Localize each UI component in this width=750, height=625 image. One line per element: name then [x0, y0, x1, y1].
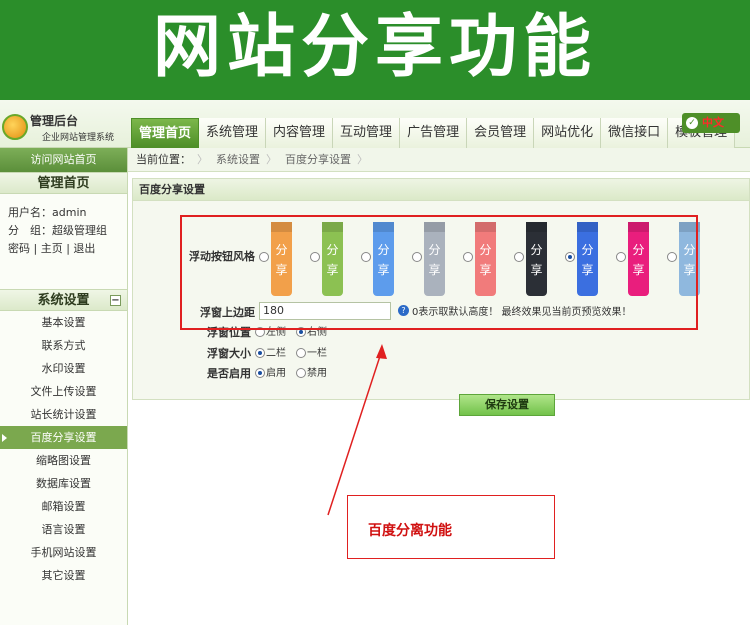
breadcrumb-item-system[interactable]: 系统设置	[208, 148, 260, 172]
logo: 管理后台 企业网站管理系统	[0, 110, 130, 146]
top-banner: 网站分享功能	[0, 0, 750, 100]
banner-title: 网站分享功能	[152, 8, 597, 87]
screenshot-root: 网站分享功能 管理后台 企业网站管理系统 管理首页 系统管理 内容管理 互动管理…	[0, 0, 750, 625]
save-button[interactable]: 保存设置	[459, 394, 555, 416]
annotation-note-text: 百度分离功能	[368, 523, 452, 539]
breadcrumb-label: 当前位置：	[136, 153, 191, 166]
size-two-col-radio[interactable]	[255, 348, 265, 358]
main-nav: 管理首页 系统管理 内容管理 互动管理 广告管理 会员管理 网站优化 微信接口 …	[131, 118, 736, 148]
logout-link[interactable]: 退出	[73, 242, 95, 255]
chevron-right-icon: 〉	[266, 153, 277, 166]
sidebar-section-system[interactable]: 系统设置 −	[0, 289, 127, 311]
collapse-icon[interactable]: −	[110, 295, 121, 306]
enable-off-radio[interactable]	[296, 368, 306, 378]
size-one-col-radio[interactable]	[296, 348, 306, 358]
nav-tab-seo[interactable]: 网站优化	[534, 118, 602, 148]
user-info: 用户名：admin 分 组：超级管理组 密码 | 主页 | 退出	[0, 194, 127, 289]
user-group: 分 组：超级管理组	[8, 224, 107, 237]
logo-icon	[2, 114, 28, 140]
homepage-link[interactable]: 主页	[41, 242, 63, 255]
enable-on-option[interactable]: 启用	[255, 364, 286, 379]
sidebar-item-database[interactable]: 数据库设置	[0, 472, 127, 495]
enable-off-option[interactable]: 禁用	[296, 364, 327, 379]
logo-subtitle: 企业网站管理系统	[42, 133, 115, 143]
sidebar-item-basic[interactable]: 基本设置	[0, 311, 127, 334]
sidebar-item-upload[interactable]: 文件上传设置	[0, 380, 127, 403]
password-link[interactable]: 密码	[8, 242, 30, 255]
user-links: 密码 | 主页 | 退出	[8, 242, 96, 255]
check-icon: ✓	[686, 117, 698, 129]
nav-tab-interaction[interactable]: 互动管理	[333, 118, 401, 148]
sidebar-section-home: 管理首页	[0, 172, 127, 194]
annotation-note: 百度分离功能	[347, 495, 555, 559]
size-two-col-option[interactable]: 二栏	[255, 344, 286, 359]
sidebar-item-email[interactable]: 邮箱设置	[0, 495, 127, 518]
sidebar-item-baidu-share[interactable]: 百度分享设置	[0, 426, 127, 449]
sidebar-item-language[interactable]: 语言设置	[0, 518, 127, 541]
nav-tab-content[interactable]: 内容管理	[266, 118, 334, 148]
size-two-col-text: 二栏	[266, 348, 286, 359]
sidebar-item-watermark[interactable]: 水印设置	[0, 357, 127, 380]
enable-on-radio[interactable]	[255, 368, 265, 378]
username: 用户名：admin	[8, 206, 87, 219]
size-one-col-option[interactable]: 一栏	[296, 344, 327, 359]
enable-on-text: 启用	[266, 368, 286, 379]
nav-tab-wechat[interactable]: 微信接口	[601, 118, 669, 148]
language-label: 中文	[702, 116, 724, 129]
logo-title: 管理后台	[30, 114, 79, 128]
breadcrumb: 当前位置：〉系统设置〉百度分享设置〉	[128, 148, 750, 172]
size-one-col-text: 一栏	[307, 348, 327, 359]
enable-label: 是否启用	[207, 367, 251, 380]
sidebar-item-other[interactable]: 其它设置	[0, 564, 127, 587]
nav-tab-ads[interactable]: 广告管理	[400, 118, 468, 148]
sidebar-menu: 基本设置 联系方式 水印设置 文件上传设置 站长统计设置 百度分享设置 缩略图设…	[0, 311, 127, 587]
enable-off-text: 禁用	[307, 368, 327, 379]
sidebar-item-mobile[interactable]: 手机网站设置	[0, 541, 127, 564]
sidebar-item-stats[interactable]: 站长统计设置	[0, 403, 127, 426]
sidebar-item-thumbnail[interactable]: 缩略图设置	[0, 449, 127, 472]
sidebar-item-contact[interactable]: 联系方式	[0, 334, 127, 357]
breadcrumb-item-baidu[interactable]: 百度分享设置	[277, 148, 351, 172]
nav-tab-home[interactable]: 管理首页	[131, 118, 200, 148]
language-switch[interactable]: ✓ 中文	[682, 113, 740, 133]
visit-site-link[interactable]: 访问网站首页	[0, 148, 127, 172]
chevron-right-icon: 〉	[357, 153, 368, 166]
nav-tab-members[interactable]: 会员管理	[467, 118, 535, 148]
highlight-box	[180, 215, 698, 330]
chevron-right-icon: 〉	[197, 153, 208, 166]
admin-header: 管理后台 企业网站管理系统 管理首页 系统管理 内容管理 互动管理 广告管理 会…	[0, 100, 750, 148]
nav-tab-system[interactable]: 系统管理	[199, 118, 267, 148]
sidebar-section-system-label: 系统设置	[37, 293, 90, 308]
panel-title: 百度分享设置	[133, 179, 749, 201]
sidebar: 访问网站首页 管理首页 用户名：admin 分 组：超级管理组 密码 | 主页 …	[0, 148, 128, 625]
size-label: 浮窗大小	[207, 347, 251, 360]
